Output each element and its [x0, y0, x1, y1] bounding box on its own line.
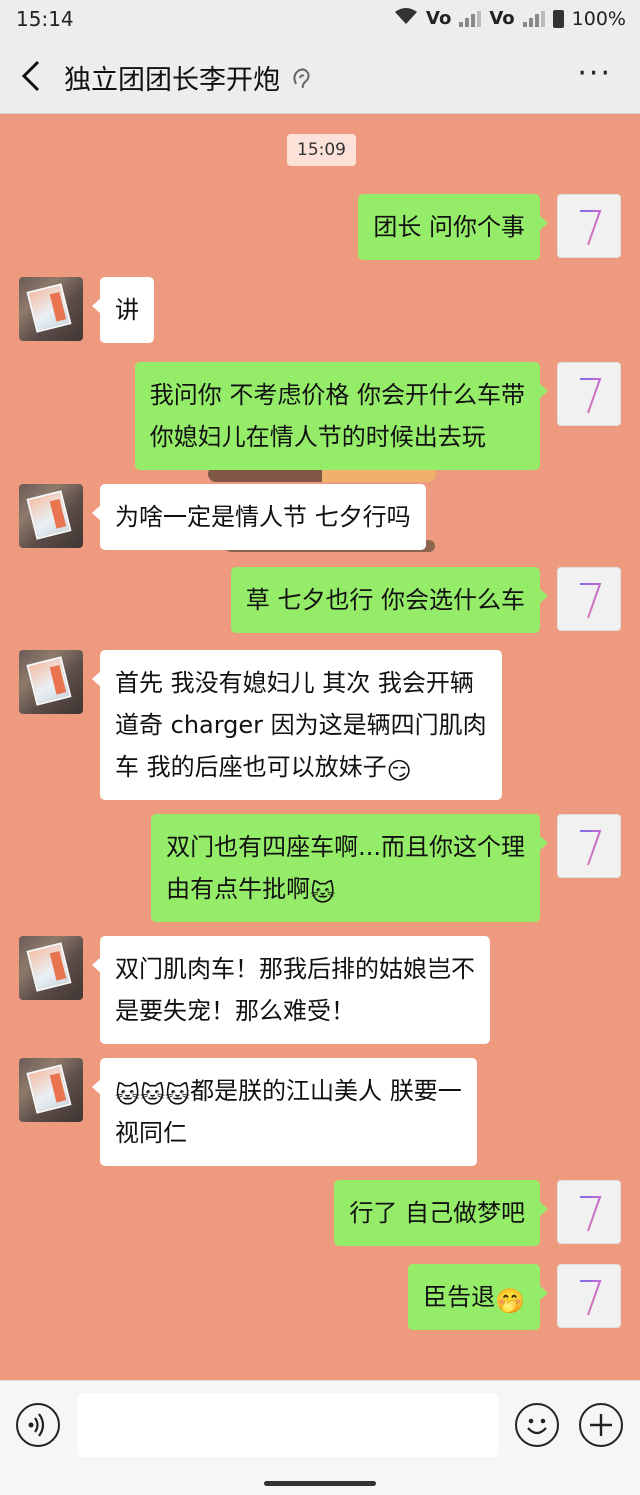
message-bubble-self[interactable]: 我问你 不考虑价格 你会开什么车带 你媳妇儿在情人节的时候出去玩: [134, 362, 549, 470]
message-text-line: 由有点牛批啊: [166, 875, 311, 903]
battery-icon: [552, 9, 564, 28]
plus-icon: [590, 1414, 612, 1436]
input-bar: [0, 1380, 640, 1495]
chat-title[interactable]: 独立团团长李开炮: [64, 58, 280, 97]
message-bubble-self[interactable]: 草 七夕也行 你会选什么车: [230, 567, 549, 633]
doge-emoji-icon: 🐱: [310, 879, 336, 907]
avatar-friend[interactable]: [19, 277, 83, 341]
more-options-button[interactable]: ···: [577, 59, 612, 89]
home-indicator[interactable]: [264, 1481, 376, 1486]
status-icons: Vo Vo 100%: [394, 7, 626, 30]
smirk-emoji-icon: 😏: [386, 757, 412, 785]
back-button[interactable]: [14, 54, 54, 98]
message-bubble-self[interactable]: 双门也有四座车啊...而且你这个理 由有点牛批啊🐱: [151, 814, 548, 922]
message-text-line: 道奇 charger 因为这是辆四门肌肉: [115, 711, 487, 739]
message-text-line: 视同仁: [115, 1119, 187, 1147]
avatar-self[interactable]: [557, 567, 621, 631]
chevron-left-icon: [21, 60, 40, 92]
message-bubble-friend[interactable]: 为啥一定是情人节 七夕行吗: [92, 484, 426, 550]
message-bubble-self[interactable]: 臣告退🤭: [408, 1264, 548, 1330]
wifi-icon: [394, 7, 418, 30]
message-bubble-friend[interactable]: 🐱🐱🐱都是朕的江山美人 朕要一 视同仁: [92, 1058, 477, 1166]
message-text-line: 车 我的后座也可以放妹子: [115, 753, 387, 781]
cover-mouth-emoji-icon: 🤭: [495, 1287, 525, 1315]
message-bubble-self[interactable]: 团长 问你个事: [358, 194, 548, 260]
message-timestamp: 15:09: [287, 134, 356, 166]
avatar-self[interactable]: [557, 1264, 621, 1328]
chat-area[interactable]: 15:09 团长 问你个事 讲 我问你 不考虑价格 你会开什么车带 你媳妇儿在情…: [0, 114, 640, 1380]
ear-icon: [293, 68, 310, 89]
volte-label-2: Vo: [489, 8, 515, 29]
avatar-self[interactable]: [557, 1180, 621, 1244]
message-text-line: 都是朕的江山美人 朕要一: [190, 1077, 462, 1105]
message-text: 臣告退: [423, 1283, 496, 1311]
message-text: 行了 自己做梦吧: [349, 1199, 525, 1227]
signal-icon-1: [459, 10, 482, 27]
message-bubble-friend[interactable]: 首先 我没有媳妇儿 其次 我会开辆 道奇 charger 因为这是辆四门肌肉 车…: [92, 650, 502, 800]
avatar-self[interactable]: [557, 194, 621, 258]
status-bar: 15:14 Vo Vo 100%: [0, 0, 640, 38]
message-text-line: 首先 我没有媳妇儿 其次 我会开辆: [115, 669, 474, 697]
message-text: 团长 问你个事: [373, 213, 525, 241]
message-text: 草 七夕也行 你会选什么车: [245, 586, 525, 614]
avatar-self[interactable]: [557, 814, 621, 878]
avatar-friend[interactable]: [19, 1058, 83, 1122]
doge-emoji-icon: 🐱🐱🐱: [115, 1081, 191, 1109]
message-text-line: 我问你 不考虑价格 你会开什么车带: [149, 381, 525, 409]
message-bubble-friend[interactable]: 双门肌肉车！那我后排的姑娘岂不 是要失宠！那么难受！: [92, 936, 490, 1044]
message-text-line: 双门肌肉车！那我后排的姑娘岂不: [115, 955, 475, 983]
message-text-line: 双门也有四座车啊...而且你这个理: [166, 833, 525, 861]
avatar-self[interactable]: [557, 362, 621, 426]
message-input[interactable]: [78, 1393, 498, 1457]
message-bubble-self[interactable]: 行了 自己做梦吧: [334, 1180, 548, 1246]
message-bubble-friend[interactable]: 讲: [92, 277, 154, 343]
message-text: 为啥一定是情人节 七夕行吗: [115, 503, 411, 531]
emoji-button[interactable]: [515, 1403, 559, 1447]
status-time: 15:14: [16, 7, 74, 31]
avatar-friend[interactable]: [19, 936, 83, 1000]
voice-icon: [28, 1413, 45, 1437]
avatar-friend[interactable]: [19, 650, 83, 714]
volte-label-1: Vo: [426, 8, 452, 29]
message-text-line: 你媳妇儿在情人节的时候出去玩: [149, 423, 486, 451]
signal-icon-2: [522, 10, 545, 27]
message-text: 讲: [115, 296, 139, 324]
avatar-friend[interactable]: [19, 484, 83, 548]
emoji-icon: [527, 1418, 547, 1435]
voice-button[interactable]: [16, 1403, 60, 1447]
chat-header: 独立团团长李开炮 ···: [0, 38, 640, 114]
more-functions-button[interactable]: [579, 1403, 623, 1447]
battery-percent: 100%: [571, 7, 626, 30]
message-text-line: 是要失宠！那么难受！: [115, 997, 355, 1025]
